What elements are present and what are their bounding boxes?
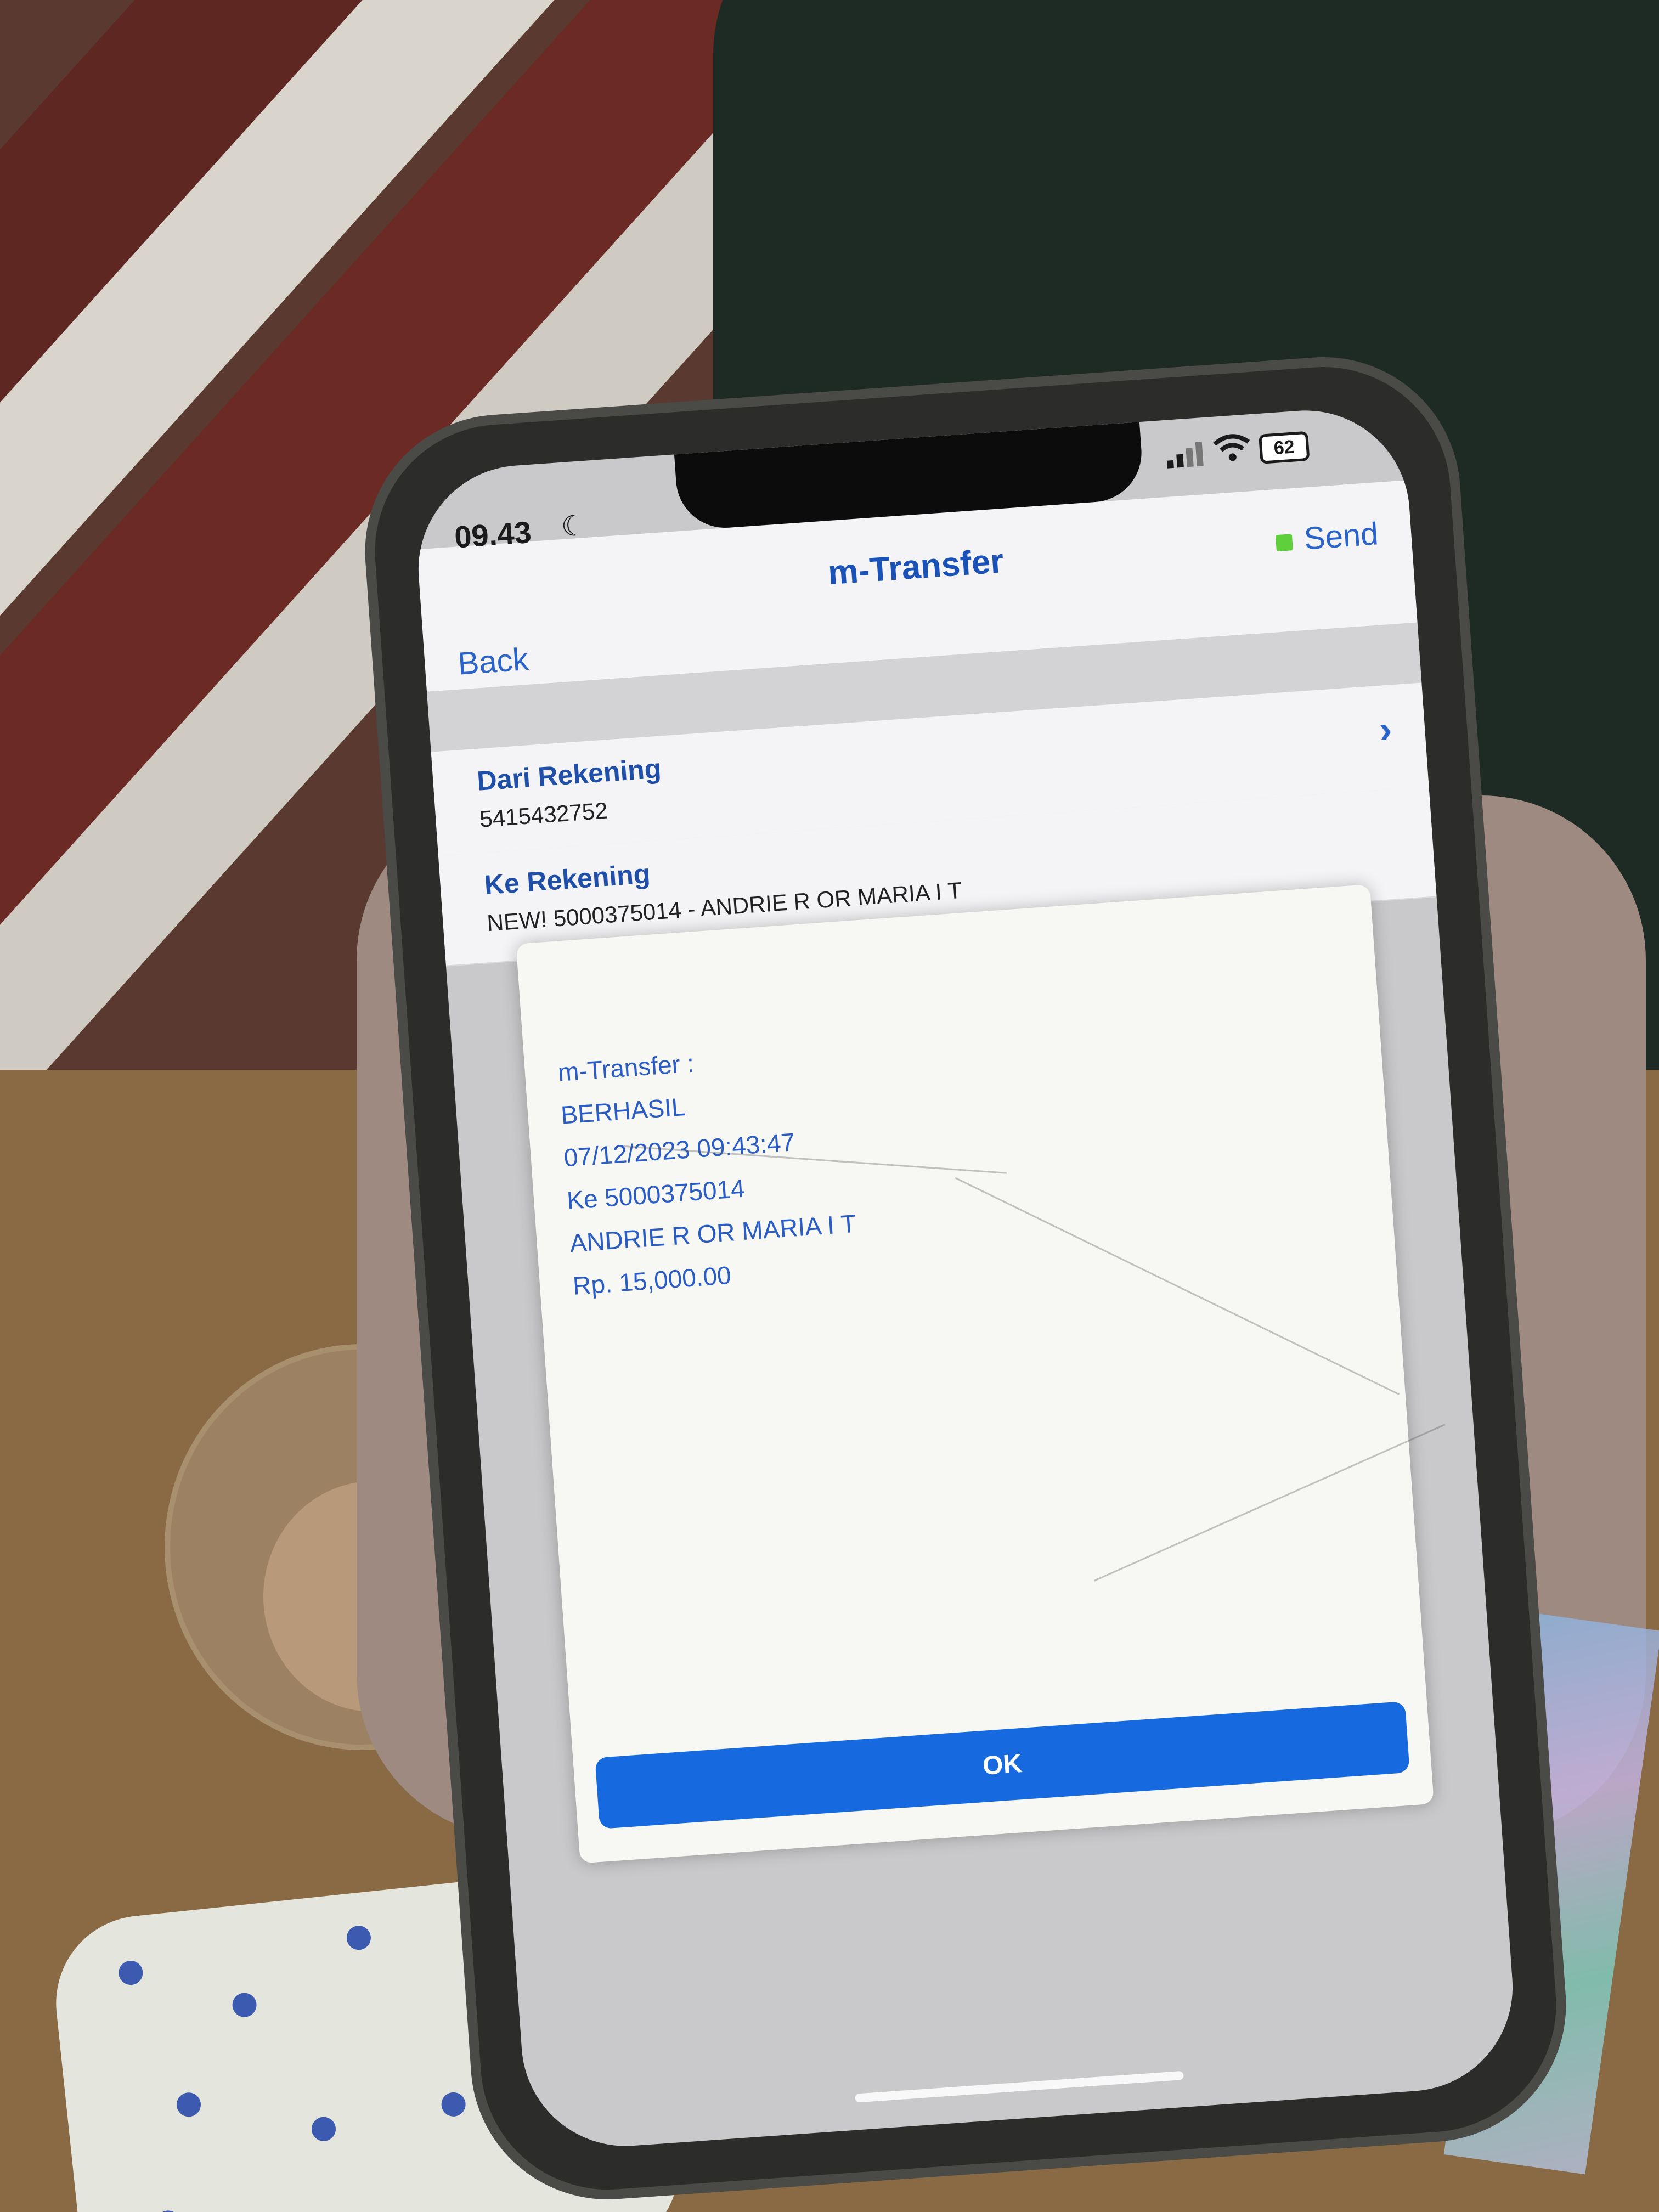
chevron-right-icon: › [1378,707,1393,751]
to-account-label: Ke Rekening [483,858,651,901]
from-account-value: 5415432752 [478,797,609,832]
send-button[interactable]: Send [1274,515,1380,559]
send-label: Send [1302,516,1380,557]
wifi-icon [1213,434,1250,461]
phone: m-Transfer Back Send 09.43 ☾ 62 Dari Rek… [356,348,1576,2209]
phone-screen: m-Transfer Back Send 09.43 ☾ 62 Dari Rek… [411,403,1520,2153]
moon-icon: ☾ [560,509,588,544]
ok-button[interactable]: OK [595,1701,1410,1829]
battery-icon: 62 [1259,431,1310,464]
photo-scene: m-Transfer Back Send 09.43 ☾ 62 Dari Rek… [0,0,1659,2212]
home-indicator[interactable] [855,2070,1184,2103]
back-button[interactable]: Back [456,641,529,682]
status-time: 09.43 [453,514,533,555]
result-dialog: m-Transfer : BERHASIL 07/12/2023 09:43:4… [516,884,1434,1864]
dialog-message: m-Transfer : BERHASIL 07/12/2023 09:43:4… [556,1031,860,1307]
signal-icon [1166,442,1204,469]
status-dot-icon [1275,533,1293,551]
from-account-label: Dari Rekening [476,753,662,797]
